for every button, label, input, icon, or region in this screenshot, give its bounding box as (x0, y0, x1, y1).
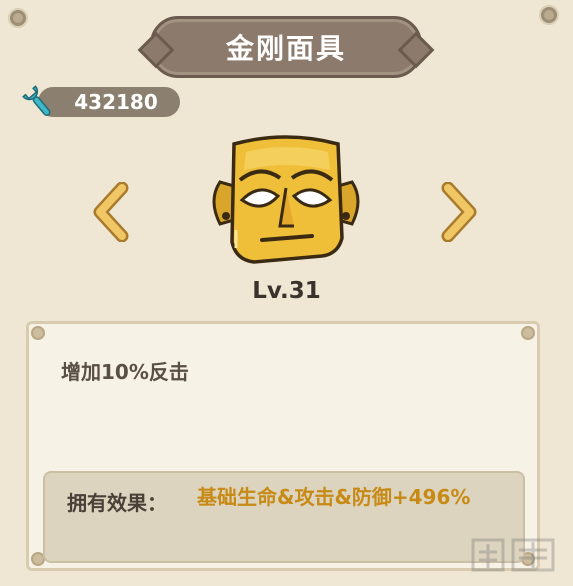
upgrade-panel: 金刚面具 432180 Lv.31 增加10%反击 拥有效果： 基础生命&攻击&… (0, 0, 573, 586)
owned-effect-box: 拥有效果： 基础生命&攻击&防御+496% (43, 471, 525, 563)
rivet-top-left (8, 8, 28, 28)
panel-rivet (521, 326, 535, 340)
owned-effect-label: 拥有效果： (67, 491, 167, 515)
item-title: 金刚面具 (225, 32, 346, 65)
panel-rivet (31, 326, 45, 340)
rivet-top-right (539, 5, 559, 25)
chevron-right-icon[interactable] (436, 182, 482, 242)
golden-mask-icon (212, 135, 360, 264)
owned-effect-value: 基础生命&攻击&防御+496% (197, 485, 471, 509)
info-panel: 增加10%反击 拥有效果： 基础生命&攻击&防御+496% (26, 321, 540, 571)
item-description: 增加10%反击 (61, 360, 189, 384)
currency-counter: 432180 (20, 84, 180, 120)
currency-amount: 432180 (38, 87, 180, 117)
item-level: Lv.31 (252, 278, 321, 304)
watermark-logo (471, 538, 555, 572)
item-title-plate: 金刚面具 (150, 16, 422, 78)
chevron-left-icon[interactable] (88, 182, 134, 242)
wrench-icon (22, 85, 51, 116)
